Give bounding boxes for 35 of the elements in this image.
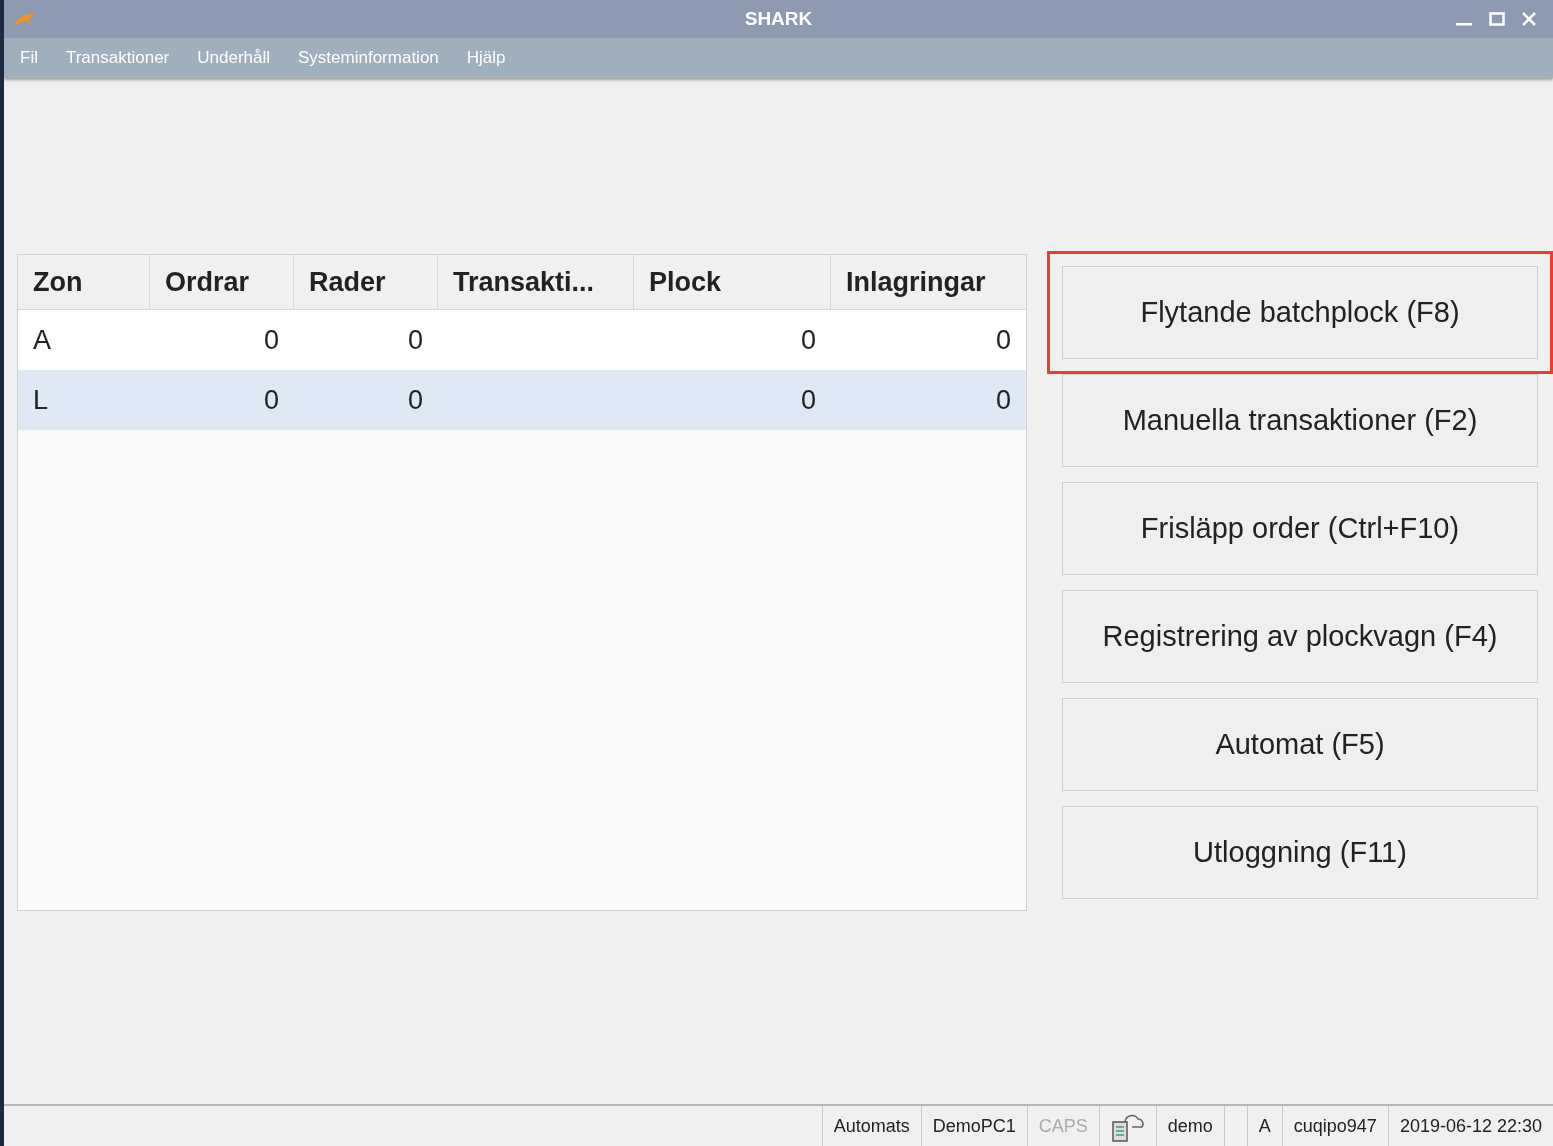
status-text: cuqipo947: [1293, 1114, 1377, 1138]
table-row[interactable]: A 0 0 0 0: [18, 310, 1026, 370]
column-header[interactable]: Rader: [294, 255, 438, 309]
column-header[interactable]: Ordrar: [150, 255, 294, 309]
table-cell-text: A: [33, 323, 51, 357]
table-cell-text: 0: [800, 383, 816, 417]
column-header[interactable]: Zon: [18, 255, 150, 309]
table-cell-text: 0: [800, 323, 816, 357]
status-text: A: [1258, 1114, 1271, 1138]
maximize-icon[interactable]: [1489, 12, 1505, 26]
status-text: demo: [1167, 1114, 1213, 1138]
status-text: 2019-06-12 22:30: [1399, 1114, 1542, 1138]
table-cell-text: 0: [407, 323, 423, 357]
action-button[interactable]: Automat (F5): [1062, 698, 1538, 791]
action-button[interactable]: Frisläpp order (Ctrl+F10): [1062, 482, 1538, 575]
action-button[interactable]: Utloggning (F11): [1062, 806, 1538, 899]
action-button[interactable]: Flytande batchplock (F8): [1062, 266, 1538, 359]
column-header[interactable]: Transakti...: [438, 255, 634, 309]
action-button[interactable]: Manuella transaktioner (F2): [1062, 374, 1538, 467]
action-button[interactable]: Registrering av plockvagn (F4): [1062, 590, 1538, 683]
status-text: CAPS: [1038, 1114, 1088, 1138]
window-title: SHARK: [744, 6, 813, 31]
table-cell-text: 0: [407, 383, 423, 417]
close-icon[interactable]: [1521, 11, 1537, 27]
table-row[interactable]: L 0 0 0 0: [18, 370, 1026, 430]
status-text: DemoPC1: [932, 1114, 1016, 1138]
fin-logo-icon: [12, 11, 38, 27]
table-cell-text: 0: [263, 323, 279, 357]
table-cell-text: L: [33, 383, 49, 417]
status-text: Automats: [833, 1114, 910, 1138]
column-header[interactable]: Plock: [634, 255, 831, 309]
table-cell-text: 0: [995, 383, 1011, 417]
table-cell-text: 0: [995, 323, 1011, 357]
table-cell-text: 0: [263, 383, 279, 417]
column-header[interactable]: Inlagringar: [831, 255, 1026, 309]
